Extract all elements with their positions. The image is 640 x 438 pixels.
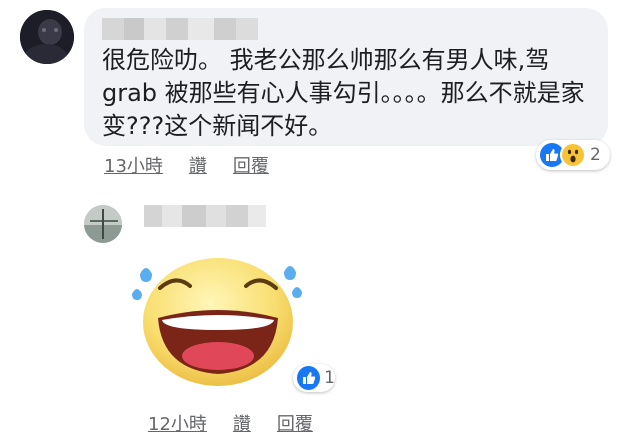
wow-face-icon bbox=[560, 142, 586, 168]
reaction-summary[interactable]: 2 bbox=[536, 140, 610, 170]
avatar-photo-icon bbox=[20, 10, 74, 64]
like-button[interactable]: 讚 bbox=[233, 410, 251, 436]
commenter-avatar[interactable] bbox=[84, 205, 122, 243]
commenter-name-redacted[interactable] bbox=[102, 18, 258, 40]
comment-actions: 12小時 讚 回覆 bbox=[148, 410, 313, 436]
reaction-summary[interactable]: 1 bbox=[293, 364, 335, 392]
avatar-photo-icon bbox=[84, 205, 122, 243]
laughing-face-sticker[interactable] bbox=[128, 250, 308, 390]
reply-button[interactable]: 回覆 bbox=[277, 410, 313, 436]
reply-button[interactable]: 回覆 bbox=[233, 152, 269, 178]
comment-timestamp[interactable]: 12小時 bbox=[148, 410, 207, 436]
comment-text: 很危险叻。 我老公那么帅那么有男人味,驾grab 被那些有心人事勾引。。。。那么… bbox=[102, 46, 585, 140]
reaction-count: 2 bbox=[590, 145, 601, 165]
reaction-count: 1 bbox=[324, 368, 335, 388]
commenter-avatar[interactable] bbox=[20, 10, 74, 64]
like-button[interactable]: 讚 bbox=[189, 152, 207, 178]
comment-actions: 13小時 讚 回覆 bbox=[104, 152, 269, 178]
comment-timestamp[interactable]: 13小時 bbox=[104, 152, 163, 178]
commenter-name-redacted[interactable] bbox=[144, 205, 266, 227]
thumbs-up-icon bbox=[297, 366, 321, 390]
